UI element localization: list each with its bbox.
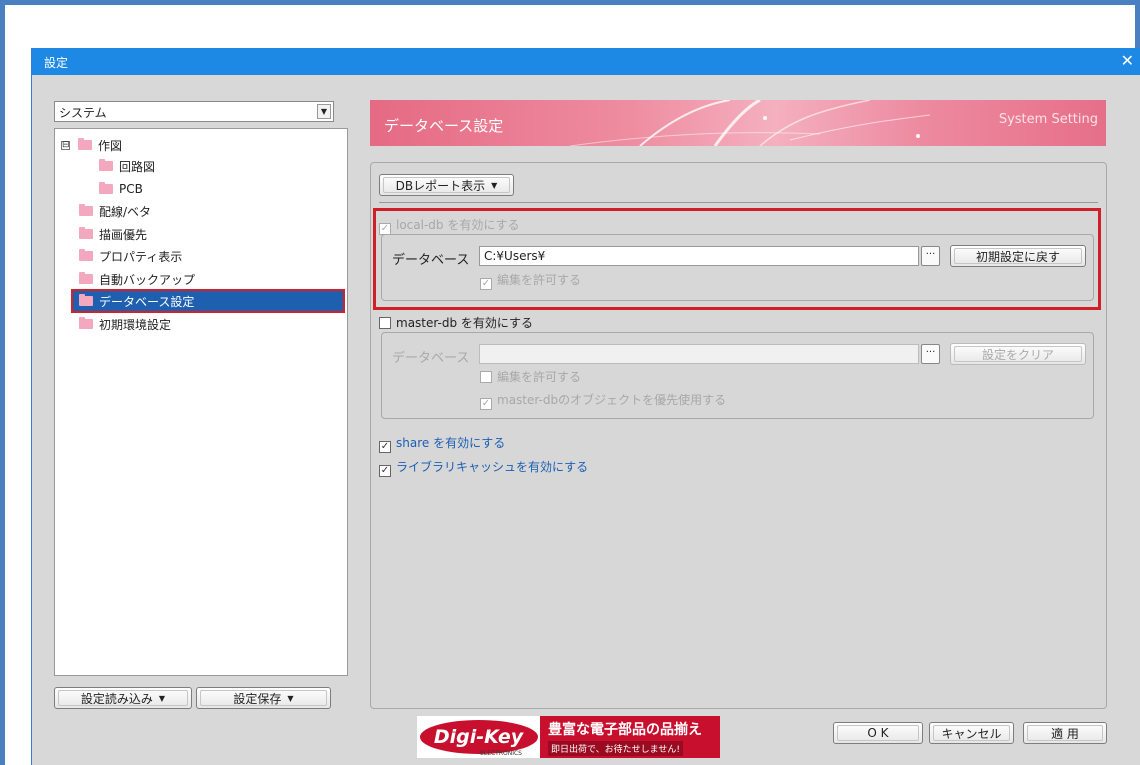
folder-icon [79, 204, 93, 216]
master-db-allow-edit-label: 編集を許可する [497, 370, 582, 384]
digikey-logo: Digi-Key ELECTRONICS [417, 716, 540, 758]
master-db-enable-label: master-db を有効にする [396, 316, 534, 330]
folder-icon [79, 317, 93, 329]
load-settings-button[interactable]: 設定読み込み ▼ [54, 687, 192, 709]
banner-title: データベース設定 [384, 117, 504, 135]
tree-item-label: PCB [119, 182, 143, 196]
tree-item-label: 初期環境設定 [99, 317, 172, 332]
folder-icon [99, 159, 113, 171]
tree-item-initial-environment[interactable]: 初期環境設定 [79, 314, 171, 334]
section-banner: データベース設定 System Setting [370, 100, 1106, 146]
dropdown-arrow-icon: ▼ [491, 180, 498, 190]
window-title: 設定 [44, 56, 69, 70]
tree-item-drawing[interactable]: ⊟ 作図 [61, 135, 122, 155]
folder-icon [79, 249, 93, 261]
tree-item-draw-priority[interactable]: 描画優先 [79, 224, 147, 244]
cancel-label: キャンセル [941, 726, 1002, 741]
tree-item-label: 描画優先 [99, 227, 148, 242]
library-cache-checkbox[interactable]: ✓ ライブラリキャッシュを有効にする [379, 458, 588, 477]
master-db-prefer-objects-checkbox[interactable]: ✓ master-dbのオブジェクトを優先使用する [480, 391, 726, 410]
save-settings-button[interactable]: 設定保存 ▼ [196, 687, 331, 709]
tree-item-auto-backup[interactable]: 自動バックアップ [79, 269, 195, 289]
checkbox-checked-icon: ✓ [379, 441, 391, 453]
dropdown-arrow-icon: ▼ [287, 693, 294, 703]
save-settings-label: 設定保存 [233, 691, 282, 706]
folder-icon [79, 227, 93, 239]
clear-settings-label: 設定をクリア [981, 347, 1054, 362]
master-db-enable-checkbox[interactable]: master-db を有効にする [379, 314, 533, 331]
library-cache-label: ライブラリキャッシュを有効にする [396, 460, 589, 474]
checkbox-checked-icon: ✓ [480, 398, 492, 410]
folder-icon [79, 272, 93, 284]
category-select-value: システム [59, 106, 107, 120]
chevron-down-icon[interactable]: ▼ [317, 104, 331, 119]
master-db-prefer-objects-label: master-dbのオブジェクトを優先使用する [497, 393, 727, 407]
apply-button[interactable]: 適 用 [1023, 722, 1107, 744]
clear-settings-button[interactable]: 設定をクリア [950, 343, 1086, 365]
cancel-button[interactable]: キャンセル [929, 722, 1014, 744]
separator [379, 202, 1098, 203]
master-db-database-label: データベース [392, 351, 470, 366]
checkbox-unchecked-icon [379, 317, 391, 329]
master-db-allow-edit-checkbox[interactable]: 編集を許可する [480, 368, 581, 385]
db-report-label: DBレポート表示 [395, 178, 486, 193]
master-db-browse-button[interactable]: ··· [921, 344, 940, 364]
highlight-annotation-local-db [373, 208, 1101, 310]
load-settings-label: 設定読み込み [80, 691, 153, 706]
tree-item-database-settings[interactable]: データベース設定 [71, 289, 345, 313]
digikey-ad-banner[interactable]: Digi-Key ELECTRONICS 豊富な電子部品の品揃え 即日出荷で、お… [417, 716, 720, 758]
apply-label: 適 用 [1051, 726, 1079, 741]
folder-icon [99, 182, 113, 194]
ad-tagline: 即日出荷で、お待たせしません! [548, 740, 683, 756]
share-enable-checkbox[interactable]: ✓ share を有効にする [379, 434, 505, 453]
folder-icon [79, 294, 93, 306]
checkbox-checked-icon: ✓ [379, 465, 391, 477]
tree-item-schematic[interactable]: 回路図 [99, 156, 155, 176]
share-enable-label: share を有効にする [396, 436, 506, 450]
checkbox-unchecked-icon [480, 371, 492, 383]
settings-tree: ⊟ 作図 回路図 PCB 配線/ベタ 描画優先 プロパティ表示 自動バックアップ [54, 128, 348, 676]
ellipsis-icon: ··· [925, 347, 936, 358]
close-icon[interactable]: ✕ [1121, 51, 1134, 70]
tree-item-property-display[interactable]: プロパティ表示 [79, 246, 182, 266]
ok-label: O K [867, 726, 889, 740]
db-report-button[interactable]: DBレポート表示 ▼ [379, 174, 514, 196]
tree-item-label: 作図 [98, 138, 123, 153]
category-select[interactable]: システム ▼ [54, 101, 334, 122]
tree-item-label: プロパティ表示 [99, 249, 183, 264]
ad-headline: 豊富な電子部品の品揃え [548, 721, 702, 738]
tree-item-label: データベース設定 [99, 294, 195, 309]
dropdown-arrow-icon: ▼ [158, 693, 166, 703]
tree-item-pcb[interactable]: PCB [99, 179, 143, 199]
tree-item-label: 配線/ベタ [99, 204, 152, 219]
digikey-brand: Digi-Key [433, 726, 524, 748]
digikey-brand-sub: ELECTRONICS [480, 750, 522, 757]
master-db-path-field[interactable] [479, 344, 919, 364]
ok-button[interactable]: O K [833, 722, 923, 744]
title-bar: 設定 ✕ [32, 48, 1140, 75]
tree-item-label: 回路図 [119, 159, 156, 174]
banner-subtitle: System Setting [998, 112, 1098, 127]
tree-item-label: 自動バックアップ [99, 272, 196, 287]
collapse-icon[interactable]: ⊟ [61, 140, 70, 150]
tree-item-routing[interactable]: 配線/ベタ [79, 201, 151, 221]
folder-icon [78, 138, 92, 150]
settings-dialog: 設定 ✕ システム ▼ ⊟ 作図 回路図 PCB 配線/ベタ 描画優先 プロパテ… [31, 48, 1140, 765]
digikey-ad-text: 豊富な電子部品の品揃え 即日出荷で、お待たせしません! [540, 716, 720, 758]
